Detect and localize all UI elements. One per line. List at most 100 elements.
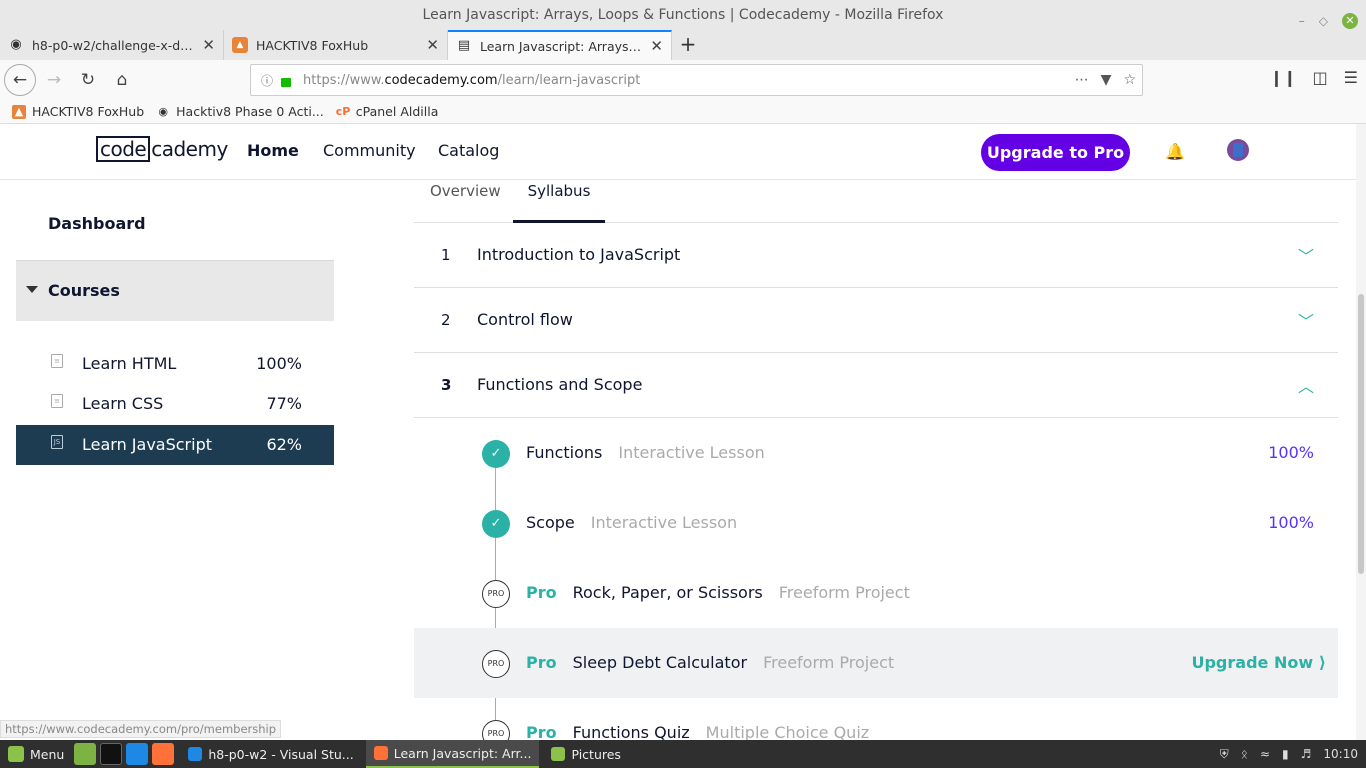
reload-icon[interactable]: ↻ <box>72 64 104 96</box>
taskbar-window-firefox[interactable]: Learn Javascript: Arr... <box>365 740 540 768</box>
lesson-row[interactable]: ✓ Functions Interactive Lesson 100% <box>414 418 1338 488</box>
upgrade-now-link[interactable]: Upgrade Now ⟩ <box>1191 653 1326 672</box>
toolbar-right: ❙❙ ◫ ☰ <box>1270 68 1358 87</box>
unit-row-expanded[interactable]: 3 Functions and Scope ︿ <box>414 353 1338 418</box>
scrollbar-thumb[interactable] <box>1358 294 1364 574</box>
bookmarks-toolbar: ▲ HACKTIV8 FoxHub ◉ Hacktiv8 Phase 0 Act… <box>0 100 1366 124</box>
taskbar-window-pictures[interactable]: Pictures <box>543 740 629 768</box>
window-title: Learn Javascript: Arrays, Loops & Functi… <box>422 7 944 23</box>
chevron-right-icon: ⟩ <box>1318 653 1326 672</box>
course-item-html[interactable]: ≡ Learn HTML 100% <box>16 344 334 384</box>
avatar[interactable] <box>1227 139 1249 161</box>
bookmark-label: cPanel Aldilla <box>355 104 439 119</box>
unit-row[interactable]: 2 Control flow ﹀ <box>414 288 1338 353</box>
check-icon: ✓ <box>482 510 510 538</box>
battery-icon[interactable]: ▮ <box>1282 747 1289 761</box>
check-icon: ✓ <box>482 440 510 468</box>
home-icon[interactable]: ⌂ <box>106 64 138 96</box>
files-launcher-icon[interactable] <box>74 743 97 765</box>
tab-title: HACKTIV8 FoxHub <box>256 37 369 53</box>
forward-icon[interactable]: → <box>38 64 70 96</box>
caret-down-icon <box>26 286 38 293</box>
course-progress: 100% <box>256 354 302 373</box>
bell-icon[interactable]: 🔔 <box>1165 142 1185 162</box>
taskbar-window-vscode[interactable]: h8-p0-w2 - Visual Stu... <box>180 740 361 768</box>
course-progress: 77% <box>266 394 302 413</box>
courses-label: Courses <box>48 281 120 300</box>
browser-tab-active[interactable]: ▤ Learn Javascript: Arrays, Loop ✕ <box>448 30 672 60</box>
back-icon[interactable]: ← <box>4 64 36 96</box>
nav-catalog[interactable]: Catalog <box>438 141 499 160</box>
tab-close-icon[interactable]: ✕ <box>426 36 439 54</box>
sidebar-icon[interactable]: ◫ <box>1313 68 1328 87</box>
course-item-javascript[interactable]: JS Learn JavaScript 62% <box>16 425 334 465</box>
nav-community[interactable]: Community <box>323 141 416 160</box>
lesson-row[interactable]: PRO Pro Functions Quiz Multiple Choice Q… <box>414 698 1338 740</box>
codecademy-logo[interactable]: code cademy <box>96 136 228 162</box>
bookmark-star-icon[interactable]: ☆ <box>1123 72 1136 88</box>
vscode-launcher-icon[interactable] <box>126 743 149 765</box>
bookmark-item[interactable]: ◉ Hacktiv8 Phase 0 Acti... <box>156 104 324 119</box>
url-text: https://www.codecademy.com/learn/learn-j… <box>303 72 641 88</box>
upgrade-to-pro-button[interactable]: Upgrade to Pro <box>981 134 1130 171</box>
bookmark-item[interactable]: cP cPanel Aldilla <box>336 104 439 119</box>
foxhub-icon: ▲ <box>12 104 26 119</box>
bookmark-label: HACKTIV8 FoxHub <box>32 104 145 119</box>
firefox-launcher-icon[interactable] <box>152 743 175 765</box>
course-js-icon: JS <box>51 435 63 449</box>
mint-logo-icon <box>8 746 24 762</box>
bluetooth-icon[interactable]: ᛟ <box>1241 747 1248 761</box>
course-item-css[interactable]: ≡ Learn CSS 77% <box>16 384 334 424</box>
lesson-row-hovered[interactable]: PRO Pro Sleep Debt Calculator Freeform P… <box>414 628 1338 698</box>
hamburger-menu-icon[interactable]: ☰ <box>1344 68 1358 87</box>
clock[interactable]: 10:10 <box>1323 747 1358 761</box>
status-bar-url: https://www.codecademy.com/pro/membershi… <box>0 720 282 738</box>
bookmark-label: Hacktiv8 Phase 0 Acti... <box>176 104 324 119</box>
tab-strip: ◉ h8-p0-w2/challenge-x-dan-o.j ✕ ▲ HACKT… <box>0 30 1366 60</box>
new-tab-button[interactable]: + <box>672 30 704 60</box>
chevron-up-icon: ︿ <box>1297 377 1314 396</box>
tab-overview[interactable]: Overview <box>430 182 501 223</box>
browser-tab[interactable]: ◉ h8-p0-w2/challenge-x-dan-o.j ✕ <box>0 30 224 60</box>
tab-close-icon[interactable]: ✕ <box>650 37 663 55</box>
bookmark-item[interactable]: ▲ HACKTIV8 FoxHub <box>12 104 144 119</box>
terminal-launcher-icon[interactable] <box>100 743 123 765</box>
url-bar[interactable]: ⓘ https://www.codecademy.com/learn/learn… <box>250 64 1143 96</box>
github-icon: ◉ <box>10 37 22 52</box>
pocket-icon[interactable]: ▼ <box>1101 72 1112 88</box>
chevron-down-icon: ﹀ <box>1297 247 1314 266</box>
volume-icon[interactable]: ♬ <box>1301 747 1312 761</box>
page-actions-icon[interactable]: ⋯ <box>1075 72 1089 88</box>
info-icon[interactable]: ⓘ <box>261 72 273 89</box>
wifi-icon[interactable]: ≈ <box>1260 747 1270 761</box>
pro-badge-icon: PRO <box>482 650 510 678</box>
tab-close-icon[interactable]: ✕ <box>202 36 215 54</box>
shield-icon[interactable]: ⛨ <box>1220 747 1229 762</box>
nav-home[interactable]: Home <box>247 141 299 160</box>
pro-tag: Pro <box>526 653 557 672</box>
system-tray: ⛨ ᛟ ≈ ▮ ♬ 10:10 <box>1220 740 1358 768</box>
unit-row[interactable]: 1 Introduction to JavaScript ﹀ <box>414 223 1338 288</box>
site-header: code cademy Home Community Catalog Upgrad… <box>0 124 1356 180</box>
web-page: code cademy Home Community Catalog Upgrad… <box>0 124 1366 740</box>
firefox-icon <box>373 746 388 760</box>
courses-section-header[interactable]: Courses <box>16 260 334 321</box>
pro-tag: Pro <box>526 723 557 740</box>
browser-tab[interactable]: ▲ HACKTIV8 FoxHub ✕ <box>224 30 448 60</box>
dashboard-link[interactable]: Dashboard <box>48 214 146 233</box>
codecademy-icon: ▤ <box>457 38 471 53</box>
lesson-row[interactable]: ✓ Scope Interactive Lesson 100% <box>414 488 1338 558</box>
close-window-icon[interactable]: ✕ <box>1342 13 1358 29</box>
pro-tag: Pro <box>526 583 557 602</box>
folder-icon <box>551 747 566 761</box>
page-scrollbar[interactable] <box>1356 124 1366 740</box>
window-titlebar: Learn Javascript: Arrays, Loops & Functi… <box>0 0 1366 30</box>
library-icon[interactable]: ❙❙ <box>1270 68 1297 87</box>
os-taskbar: Menu h8-p0-w2 - Visual Stu... Learn Java… <box>0 740 1366 768</box>
lesson-row[interactable]: PRO Pro Rock, Paper, or Scissors Freefor… <box>414 558 1338 628</box>
pro-badge-icon: PRO <box>482 580 510 608</box>
start-menu-button[interactable]: Menu <box>0 740 72 768</box>
github-icon: ◉ <box>158 104 168 118</box>
vscode-icon <box>188 747 203 761</box>
tab-syllabus[interactable]: Syllabus <box>513 182 605 223</box>
